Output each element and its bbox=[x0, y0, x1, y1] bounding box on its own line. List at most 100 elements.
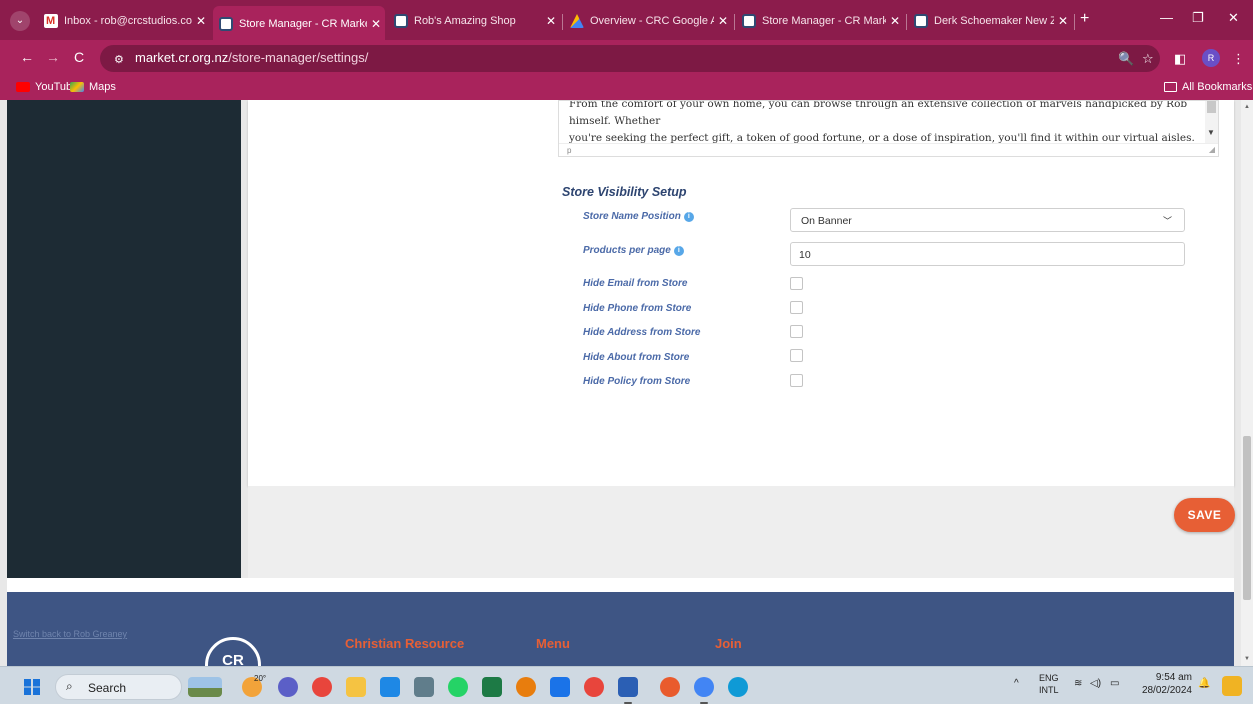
close-icon[interactable]: ✕ bbox=[714, 14, 732, 28]
scroll-down-icon[interactable]: ▼ bbox=[1207, 128, 1215, 137]
close-icon[interactable]: ✕ bbox=[1054, 14, 1072, 28]
lang-layout: INTL bbox=[1039, 685, 1059, 695]
scroll-down-icon[interactable]: ▼ bbox=[1244, 656, 1250, 662]
close-icon[interactable]: ✕ bbox=[542, 14, 560, 28]
browser-tab-strip: ⌄ Inbox - rob@crcstudios.co ✕ Store Mana… bbox=[0, 0, 1253, 40]
notification-bell-icon[interactable]: 🔔 bbox=[1198, 678, 1210, 689]
new-tab-button[interactable]: + bbox=[1080, 10, 1089, 28]
maps-icon bbox=[70, 82, 84, 92]
tab-store-manager-2[interactable]: Store Manager - CR Marke ✕ bbox=[736, 9, 904, 33]
side-panel-icon[interactable]: ◧ bbox=[1174, 51, 1186, 67]
save-button[interactable]: SAVE bbox=[1174, 498, 1235, 532]
chrome-profile-icon[interactable] bbox=[694, 677, 714, 704]
windows-start-icon[interactable] bbox=[24, 679, 40, 695]
volume-icon[interactable]: ◁) bbox=[1090, 678, 1101, 689]
hide-policy-label: Hide Policy from Store bbox=[583, 376, 691, 387]
store-manager-sidebar bbox=[7, 100, 241, 578]
firefox-icon[interactable] bbox=[660, 677, 680, 697]
wifi-icon[interactable]: ≋ bbox=[1074, 678, 1082, 689]
tab-title: Store Manager - CR Marke bbox=[239, 18, 367, 30]
google-ads-icon bbox=[570, 14, 584, 28]
file-explorer-icon[interactable] bbox=[346, 677, 366, 697]
tray-chevron-up-icon[interactable]: ^ bbox=[1014, 678, 1019, 689]
all-bookmarks[interactable]: All Bookmarks bbox=[1164, 81, 1252, 93]
word-icon[interactable] bbox=[618, 677, 638, 704]
field-label-text: Products per page bbox=[583, 245, 671, 256]
calculator-icon[interactable] bbox=[414, 677, 434, 697]
page-scroll-thumb[interactable] bbox=[1243, 436, 1251, 600]
store-description-editor[interactable]: From the comfort of your own home, you c… bbox=[558, 100, 1219, 157]
footer-logo[interactable]: CR bbox=[205, 637, 261, 666]
url-text[interactable]: market.cr.org.nz/store-manager/settings/ bbox=[135, 50, 368, 65]
hide-policy-checkbox[interactable] bbox=[790, 374, 803, 387]
blender-icon[interactable] bbox=[516, 677, 536, 697]
tab-derk-schoemaker[interactable]: Derk Schoemaker New Ze ✕ bbox=[908, 9, 1072, 33]
tab-robs-shop[interactable]: Rob's Amazing Shop ✕ bbox=[388, 9, 560, 33]
close-icon[interactable]: ✕ bbox=[886, 14, 904, 28]
scroll-up-icon[interactable]: ▲ bbox=[1244, 104, 1250, 110]
hide-phone-checkbox[interactable] bbox=[790, 301, 803, 314]
lang-code: ENG bbox=[1039, 673, 1059, 683]
tab-title: Derk Schoemaker New Ze bbox=[934, 15, 1054, 27]
tab-separator bbox=[562, 14, 563, 30]
resize-handle-icon[interactable]: ◢ bbox=[1209, 145, 1215, 154]
reload-icon[interactable]: C bbox=[74, 49, 84, 65]
switch-back-link[interactable]: Switch back to Rob Greaney bbox=[13, 629, 127, 639]
close-window-icon[interactable]: ✕ bbox=[1228, 10, 1239, 26]
hide-email-label: Hide Email from Store bbox=[583, 278, 688, 289]
info-icon[interactable]: i bbox=[683, 211, 694, 222]
chrome-icon-2[interactable] bbox=[584, 677, 604, 697]
tab-search-icon[interactable]: ⌄ bbox=[10, 11, 30, 31]
products-per-page-input[interactable]: 10 bbox=[790, 242, 1185, 266]
chevron-down-icon: ﹀ bbox=[1162, 216, 1172, 226]
site-settings-icon[interactable]: ⚙ bbox=[114, 53, 124, 66]
editor-scroll-thumb[interactable] bbox=[1207, 101, 1216, 113]
battery-icon[interactable]: ▭ bbox=[1110, 678, 1119, 689]
excel-icon[interactable] bbox=[482, 677, 502, 697]
taskbar-search[interactable]: ⌕ Search bbox=[55, 674, 182, 700]
editor-status-path: p bbox=[559, 143, 1218, 156]
zoom-icon[interactable]: 🔍 bbox=[1118, 51, 1134, 67]
footer-heading-christian-resource: Christian Resource bbox=[345, 636, 465, 651]
language-indicator[interactable]: ENG INTL bbox=[1039, 672, 1059, 696]
whatsapp-icon[interactable] bbox=[448, 677, 468, 697]
tab-store-manager[interactable]: Store Manager - CR Marke ✕ bbox=[213, 6, 385, 40]
section-title: Store Visibility Setup bbox=[562, 185, 687, 199]
teams-icon[interactable] bbox=[278, 677, 298, 697]
taskbar-widget-icon[interactable] bbox=[188, 677, 222, 697]
close-icon[interactable]: ✕ bbox=[192, 14, 210, 28]
store-app-icon[interactable] bbox=[380, 677, 400, 697]
copilot-icon[interactable] bbox=[1222, 676, 1242, 696]
close-icon[interactable]: ✕ bbox=[367, 17, 385, 31]
windows-taskbar: ⌕ Search 20° ^ ENG INTL ≋ ◁) ▭ 9:54 am 2… bbox=[0, 666, 1253, 704]
hide-about-checkbox[interactable] bbox=[790, 349, 803, 362]
chat-icon[interactable] bbox=[550, 677, 570, 697]
tab-title: Inbox - rob@crcstudios.co bbox=[64, 15, 192, 27]
tab-gmail-inbox[interactable]: Inbox - rob@crcstudios.co ✕ bbox=[38, 9, 210, 33]
tab-google-ads[interactable]: Overview - CRC Google Ad ✕ bbox=[564, 9, 732, 33]
minimize-icon[interactable]: — bbox=[1160, 10, 1173, 25]
tab-title: Overview - CRC Google Ad bbox=[590, 15, 714, 27]
back-icon[interactable]: ← bbox=[20, 49, 34, 65]
forward-icon[interactable]: → bbox=[46, 49, 60, 65]
profile-avatar[interactable]: R bbox=[1202, 49, 1220, 67]
bookmark-star-icon[interactable]: ☆ bbox=[1142, 51, 1154, 67]
bookmark-youtube[interactable]: YouTube bbox=[16, 81, 78, 93]
chrome-icon[interactable] bbox=[312, 677, 332, 697]
info-icon[interactable]: i bbox=[673, 245, 684, 256]
restore-icon[interactable]: ❐ bbox=[1192, 10, 1204, 26]
more-menu-icon[interactable]: ⋮ bbox=[1232, 51, 1245, 67]
store-name-position-select[interactable]: On Banner ﹀ bbox=[790, 208, 1185, 232]
footer-heading-join: Join bbox=[715, 636, 742, 651]
hide-address-label: Hide Address from Store bbox=[583, 327, 701, 338]
hide-email-checkbox[interactable] bbox=[790, 277, 803, 290]
page-scrollbar[interactable]: ▲ ▼ bbox=[1241, 100, 1253, 666]
cr-market-icon bbox=[914, 14, 928, 28]
system-clock[interactable]: 9:54 am 28/02/2024 bbox=[1134, 671, 1192, 697]
cr-market-icon bbox=[219, 17, 233, 31]
hide-address-checkbox[interactable] bbox=[790, 325, 803, 338]
tab-separator bbox=[1074, 14, 1075, 30]
edge-icon[interactable] bbox=[728, 677, 748, 697]
editor-scrollbar[interactable]: ▼ bbox=[1205, 101, 1218, 143]
bookmark-maps[interactable]: Maps bbox=[70, 81, 116, 93]
